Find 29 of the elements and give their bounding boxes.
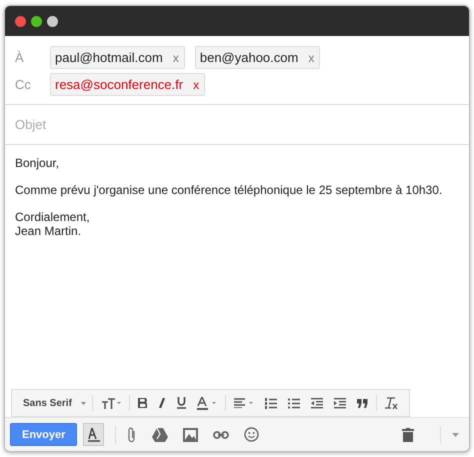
- field-label: Cc: [15, 77, 32, 92]
- caret-icon[interactable]: [452, 432, 459, 436]
- body-text: Comme prévu j'organise une conférence téléphonique le 25 septembre à 10h30.: [15, 183, 444, 197]
- remove-button[interactable]: x: [193, 78, 200, 92]
- font-dropdown[interactable]: Sans Serif: [18, 393, 89, 413]
- recipient-chip[interactable]: paul@hotmail.com x: [50, 46, 185, 69]
- text-format-icon: [86, 426, 101, 442]
- email-address: paul@hotmail.com: [55, 50, 163, 65]
- paperclip-icon[interactable]: [127, 426, 138, 442]
- field-label: À: [15, 50, 25, 65]
- image-icon[interactable]: [183, 428, 198, 442]
- email-address: ben@yahoo.com: [200, 50, 298, 65]
- body-text: Bonjour,: [15, 156, 60, 170]
- maximize-button[interactable]: [31, 16, 42, 26]
- close-button[interactable]: [15, 16, 26, 26]
- caret-icon: [80, 402, 86, 404]
- remove-button[interactable]: x: [308, 50, 314, 64]
- body-text: Cordialement,: [15, 210, 91, 224]
- email-address: resa@soconference.fr: [55, 77, 184, 92]
- link-icon[interactable]: [213, 430, 230, 438]
- body-text: Jean Martin.: [15, 224, 82, 238]
- remove-button[interactable]: x: [172, 50, 179, 64]
- minimize-button[interactable]: [47, 16, 58, 26]
- send-button[interactable]: Envoyer: [10, 423, 78, 446]
- trash-icon[interactable]: [402, 428, 414, 442]
- recipient-chip[interactable]: ben@yahoo.com x: [194, 46, 320, 69]
- emoji-icon[interactable]: [244, 427, 260, 442]
- formatting-toggle[interactable]: [83, 423, 104, 446]
- recipient-chip[interactable]: resa@soconference.fr x: [50, 73, 206, 96]
